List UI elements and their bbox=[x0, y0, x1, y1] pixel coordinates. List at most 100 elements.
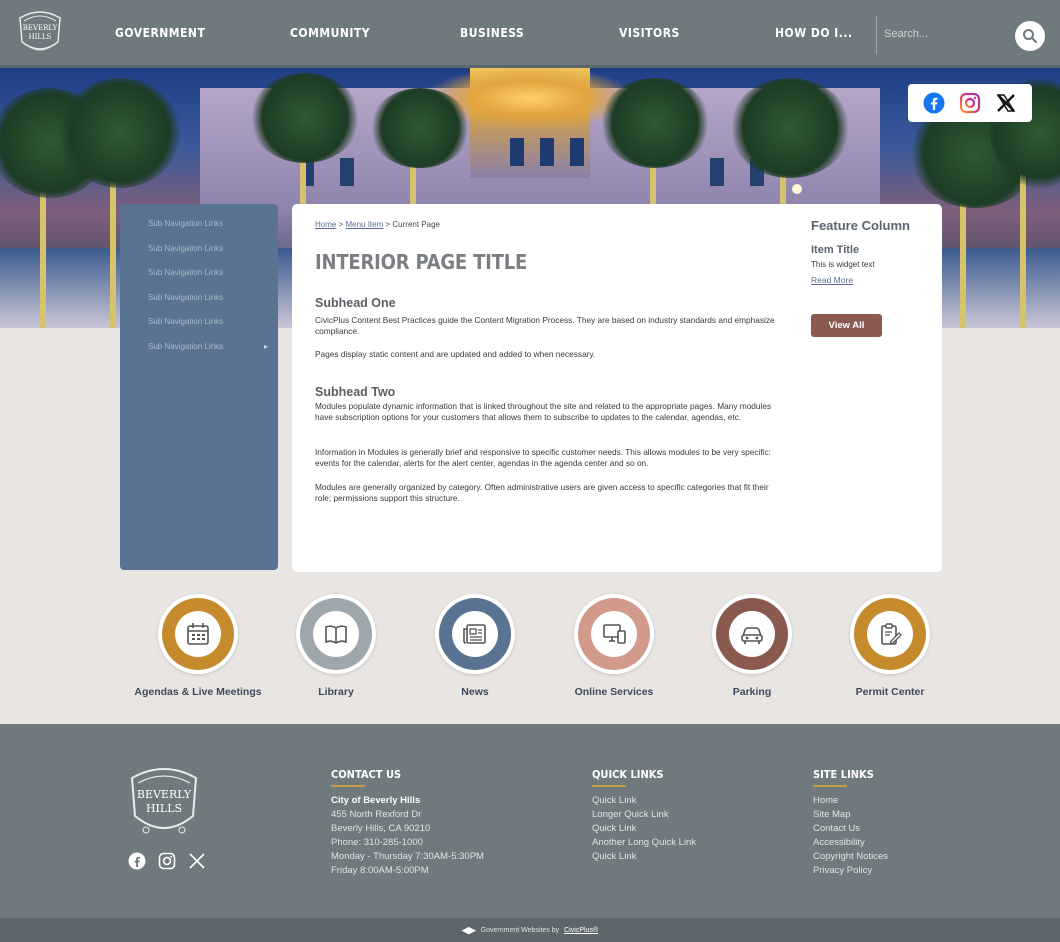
quick-link-online-services[interactable]: Online Services bbox=[539, 594, 689, 704]
phone-line: Phone: 310-285-1000 bbox=[331, 837, 423, 848]
footer-site-link-privacy[interactable]: Privacy Policy bbox=[813, 864, 888, 878]
social-links-box bbox=[908, 84, 1032, 122]
address-line: Beverly Hills, CA 90210 bbox=[331, 823, 431, 834]
nav-how-do-i[interactable]: HOW DO I... bbox=[775, 26, 853, 40]
nav-divider bbox=[876, 16, 877, 54]
footer-quick-link[interactable]: Quick Link bbox=[592, 794, 696, 808]
powered-by-bar: ◀▶ Government Websites by CivicPlus® bbox=[0, 918, 1060, 942]
quick-link-permit-center[interactable]: Permit Center bbox=[815, 594, 965, 704]
footer-city-logo[interactable]: BEVERLY HILLS bbox=[126, 764, 202, 844]
footer-quick-link[interactable]: Longer Quick Link bbox=[592, 808, 696, 822]
sub-nav-link[interactable]: Sub Navigation Links bbox=[120, 261, 278, 286]
svg-text:BEVERLY: BEVERLY bbox=[23, 24, 58, 32]
footer-site-link-accessibility[interactable]: Accessibility bbox=[813, 836, 888, 850]
sub-nav-link-expandable[interactable]: Sub Navigation Links ▸ bbox=[120, 335, 278, 360]
newspaper-icon bbox=[463, 624, 486, 644]
main-content-card: Home > Menu Item > Current Page INTERIOR… bbox=[292, 204, 942, 572]
sub-navigation: Sub Navigation Links Sub Navigation Link… bbox=[120, 204, 278, 570]
facebook-icon[interactable] bbox=[128, 852, 146, 870]
civicplus-link[interactable]: CivicPlus® bbox=[564, 927, 598, 934]
address-line: 455 North Rexford Dr bbox=[331, 809, 422, 820]
quick-link-label: Library bbox=[318, 686, 354, 698]
x-icon[interactable] bbox=[188, 852, 206, 870]
quick-links-heading: QUICK LINKS bbox=[592, 768, 664, 781]
search-input[interactable] bbox=[884, 22, 1004, 46]
quick-link-label: Parking bbox=[732, 686, 772, 698]
view-all-button[interactable]: View All bbox=[811, 314, 882, 337]
quick-link-library[interactable]: Library bbox=[261, 594, 411, 704]
footer-site-link-home[interactable]: Home bbox=[813, 794, 888, 808]
civicplus-logo-icon: ◀▶ bbox=[461, 924, 476, 935]
city-logo[interactable]: BEVERLY HILLS bbox=[16, 8, 64, 58]
city-name: City of Beverly Hills bbox=[331, 795, 421, 806]
svg-text:HILLS: HILLS bbox=[146, 802, 182, 815]
x-icon[interactable] bbox=[995, 92, 1017, 114]
page-title: INTERIOR PAGE TITLE bbox=[315, 250, 528, 274]
sub-nav-link[interactable]: Sub Navigation Links bbox=[120, 212, 278, 237]
hours-line: Monday - Thursday 7:30AM-5:30PM bbox=[331, 851, 484, 862]
hours-line: Friday 8:00AM-5:00PM bbox=[331, 865, 429, 876]
site-header: BEVERLY HILLS GOVERNMENT COMMUNITY BUSIN… bbox=[0, 0, 1060, 68]
quick-link-label: Agendas & Live Meetings bbox=[134, 686, 262, 698]
quick-link-agendas[interactable]: Agendas & Live Meetings bbox=[123, 594, 273, 704]
paragraph: Modules populate dynamic information tha… bbox=[315, 401, 772, 423]
nav-community[interactable]: COMMUNITY bbox=[290, 26, 370, 40]
heading-underline bbox=[592, 785, 626, 787]
instagram-icon[interactable] bbox=[158, 852, 176, 870]
paragraph: Pages display static content and are upd… bbox=[315, 349, 596, 359]
chevron-right-icon: ▸ bbox=[263, 341, 268, 351]
subhead-two: Subhead Two bbox=[315, 385, 396, 399]
feature-column-title: Feature Column bbox=[811, 218, 910, 233]
calendar-icon bbox=[187, 623, 209, 645]
contact-info: City of Beverly Hills 455 North Rexford … bbox=[331, 794, 484, 878]
footer-site-link-site-map[interactable]: Site Map bbox=[813, 808, 888, 822]
paragraph: Information in Modules is generally brie… bbox=[315, 447, 771, 469]
heading-underline bbox=[331, 785, 365, 787]
nav-visitors[interactable]: VISITORS bbox=[619, 26, 680, 40]
breadcrumb: Home > Menu Item > Current Page bbox=[315, 220, 440, 229]
site-links-list: Home Site Map Contact Us Accessibility C… bbox=[813, 794, 888, 878]
breadcrumb-menu-item[interactable]: Menu Item bbox=[345, 220, 383, 229]
instagram-icon[interactable] bbox=[959, 92, 981, 114]
footer-quick-link[interactable]: Quick Link bbox=[592, 822, 696, 836]
quick-link-label: Permit Center bbox=[855, 686, 925, 698]
paragraph: CivicPlus Content Best Practices guide t… bbox=[315, 315, 775, 337]
site-links-heading: SITE LINKS bbox=[813, 768, 874, 781]
car-icon bbox=[741, 627, 763, 644]
site-footer: BEVERLY HILLS CONTACT US City of Beverly… bbox=[0, 724, 1060, 918]
svg-text:BEVERLY: BEVERLY bbox=[137, 788, 192, 801]
footer-quick-link[interactable]: Quick Link bbox=[592, 850, 696, 864]
quick-link-news[interactable]: News bbox=[400, 594, 550, 704]
sub-nav-link[interactable]: Sub Navigation Links bbox=[120, 237, 278, 262]
quick-link-parking[interactable]: Parking bbox=[677, 594, 827, 704]
paragraph: Modules are generally organized by categ… bbox=[315, 482, 769, 504]
footer-social-links bbox=[128, 852, 206, 870]
quick-links-list: Quick Link Longer Quick Link Quick Link … bbox=[592, 794, 696, 864]
search-icon bbox=[1023, 29, 1037, 43]
book-icon bbox=[325, 625, 347, 644]
quick-link-label: Online Services bbox=[574, 686, 654, 698]
subhead-one: Subhead One bbox=[315, 296, 396, 310]
devices-icon bbox=[603, 624, 626, 644]
svg-text:HILLS: HILLS bbox=[29, 33, 52, 41]
sub-nav-link[interactable]: Sub Navigation Links bbox=[120, 286, 278, 311]
sub-nav-link-label: Sub Navigation Links bbox=[148, 341, 224, 351]
facebook-icon[interactable] bbox=[923, 92, 945, 114]
breadcrumb-home[interactable]: Home bbox=[315, 220, 336, 229]
powered-by-text: Government Websites by bbox=[480, 926, 560, 934]
search-button[interactable] bbox=[1015, 21, 1045, 51]
sub-nav-link[interactable]: Sub Navigation Links bbox=[120, 310, 278, 335]
footer-site-link-contact[interactable]: Contact Us bbox=[813, 822, 888, 836]
nav-business[interactable]: BUSINESS bbox=[460, 26, 524, 40]
quick-link-label: News bbox=[461, 686, 489, 698]
feature-item-title: Item Title bbox=[811, 244, 860, 256]
footer-site-link-copyright[interactable]: Copyright Notices bbox=[813, 850, 888, 864]
breadcrumb-current: Current Page bbox=[392, 220, 440, 229]
feature-item-text: This is widget text bbox=[811, 260, 875, 269]
heading-underline bbox=[813, 785, 847, 787]
footer-quick-link[interactable]: Another Long Quick Link bbox=[592, 836, 696, 850]
permit-icon bbox=[881, 623, 902, 645]
contact-heading: CONTACT US bbox=[331, 768, 402, 781]
nav-government[interactable]: GOVERNMENT bbox=[115, 26, 205, 40]
read-more-link[interactable]: Read More bbox=[811, 275, 853, 285]
